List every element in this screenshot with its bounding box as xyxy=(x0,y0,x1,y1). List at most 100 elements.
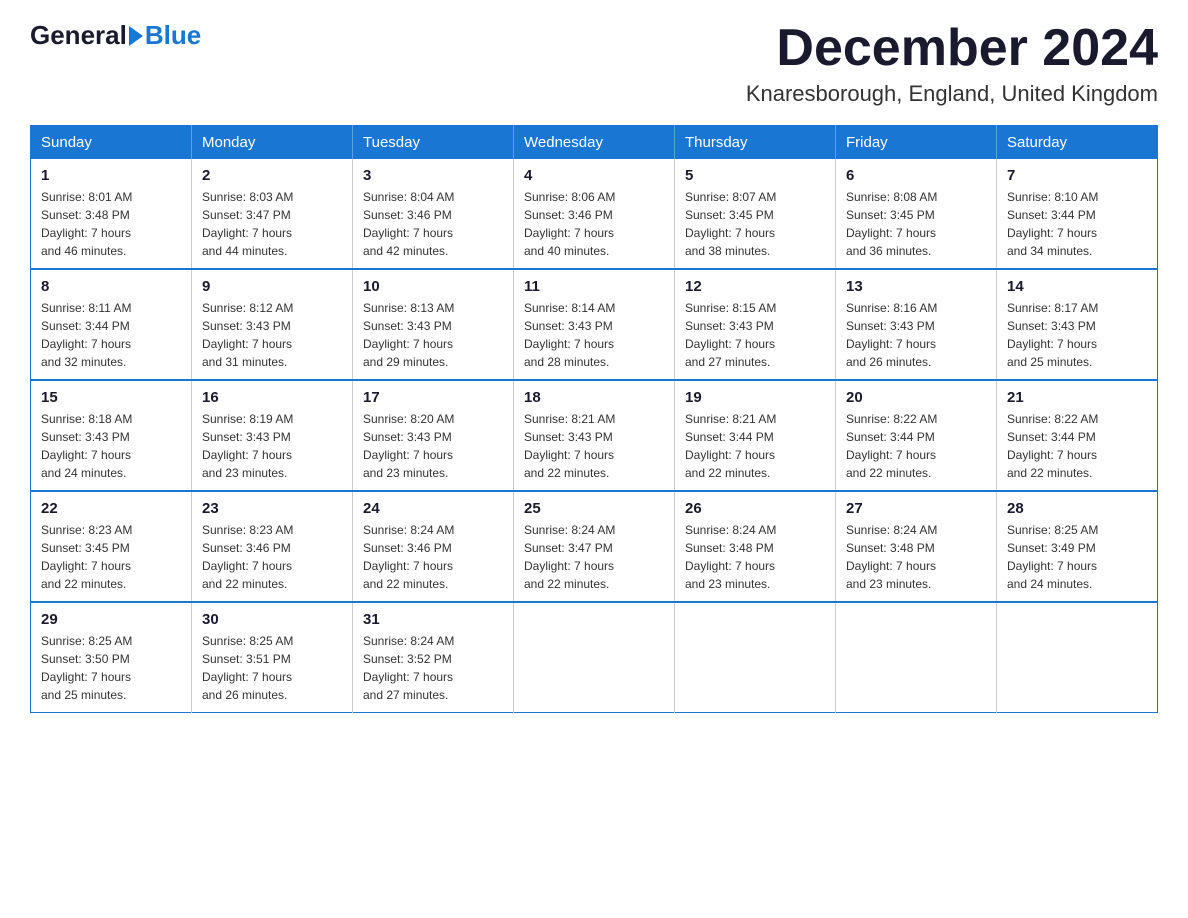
calendar-cell: 5 Sunrise: 8:07 AM Sunset: 3:45 PM Dayli… xyxy=(675,159,836,269)
day-number: 30 xyxy=(202,611,342,628)
day-info: Sunrise: 8:24 AM Sunset: 3:48 PM Dayligh… xyxy=(846,521,986,593)
weekday-header-row: Sunday Monday Tuesday Wednesday Thursday… xyxy=(31,126,1158,160)
calendar-cell: 2 Sunrise: 8:03 AM Sunset: 3:47 PM Dayli… xyxy=(192,159,353,269)
calendar-cell: 4 Sunrise: 8:06 AM Sunset: 3:46 PM Dayli… xyxy=(514,159,675,269)
title-area: December 2024 Knaresborough, England, Un… xyxy=(746,20,1158,107)
calendar-cell: 17 Sunrise: 8:20 AM Sunset: 3:43 PM Dayl… xyxy=(353,380,514,491)
calendar-week-row: 22 Sunrise: 8:23 AM Sunset: 3:45 PM Dayl… xyxy=(31,491,1158,602)
day-number: 8 xyxy=(41,278,181,295)
day-number: 5 xyxy=(685,167,825,184)
day-number: 27 xyxy=(846,500,986,517)
calendar-cell xyxy=(836,602,997,713)
header-friday: Friday xyxy=(836,126,997,160)
day-info: Sunrise: 8:14 AM Sunset: 3:43 PM Dayligh… xyxy=(524,299,664,371)
header-saturday: Saturday xyxy=(997,126,1158,160)
logo-area: General Blue xyxy=(30,20,201,51)
header-thursday: Thursday xyxy=(675,126,836,160)
calendar-cell: 31 Sunrise: 8:24 AM Sunset: 3:52 PM Dayl… xyxy=(353,602,514,713)
day-info: Sunrise: 8:22 AM Sunset: 3:44 PM Dayligh… xyxy=(846,410,986,482)
day-info: Sunrise: 8:25 AM Sunset: 3:49 PM Dayligh… xyxy=(1007,521,1147,593)
calendar-week-row: 1 Sunrise: 8:01 AM Sunset: 3:48 PM Dayli… xyxy=(31,159,1158,269)
day-info: Sunrise: 8:16 AM Sunset: 3:43 PM Dayligh… xyxy=(846,299,986,371)
header-sunday: Sunday xyxy=(31,126,192,160)
logo: General Blue xyxy=(30,20,201,51)
day-number: 12 xyxy=(685,278,825,295)
day-number: 18 xyxy=(524,389,664,406)
header: General Blue December 2024 Knaresborough… xyxy=(30,20,1158,107)
day-number: 16 xyxy=(202,389,342,406)
calendar-cell: 29 Sunrise: 8:25 AM Sunset: 3:50 PM Dayl… xyxy=(31,602,192,713)
day-info: Sunrise: 8:23 AM Sunset: 3:45 PM Dayligh… xyxy=(41,521,181,593)
day-info: Sunrise: 8:01 AM Sunset: 3:48 PM Dayligh… xyxy=(41,188,181,260)
calendar-cell: 25 Sunrise: 8:24 AM Sunset: 3:47 PM Dayl… xyxy=(514,491,675,602)
day-info: Sunrise: 8:10 AM Sunset: 3:44 PM Dayligh… xyxy=(1007,188,1147,260)
day-info: Sunrise: 8:07 AM Sunset: 3:45 PM Dayligh… xyxy=(685,188,825,260)
calendar-cell: 18 Sunrise: 8:21 AM Sunset: 3:43 PM Dayl… xyxy=(514,380,675,491)
calendar-cell: 26 Sunrise: 8:24 AM Sunset: 3:48 PM Dayl… xyxy=(675,491,836,602)
day-info: Sunrise: 8:25 AM Sunset: 3:50 PM Dayligh… xyxy=(41,632,181,704)
day-info: Sunrise: 8:24 AM Sunset: 3:48 PM Dayligh… xyxy=(685,521,825,593)
day-info: Sunrise: 8:19 AM Sunset: 3:43 PM Dayligh… xyxy=(202,410,342,482)
calendar-cell: 12 Sunrise: 8:15 AM Sunset: 3:43 PM Dayl… xyxy=(675,269,836,380)
calendar-cell: 15 Sunrise: 8:18 AM Sunset: 3:43 PM Dayl… xyxy=(31,380,192,491)
calendar-cell xyxy=(997,602,1158,713)
day-info: Sunrise: 8:13 AM Sunset: 3:43 PM Dayligh… xyxy=(363,299,503,371)
calendar-cell: 20 Sunrise: 8:22 AM Sunset: 3:44 PM Dayl… xyxy=(836,380,997,491)
day-info: Sunrise: 8:17 AM Sunset: 3:43 PM Dayligh… xyxy=(1007,299,1147,371)
logo-arrow-icon xyxy=(129,26,143,46)
calendar-cell: 16 Sunrise: 8:19 AM Sunset: 3:43 PM Dayl… xyxy=(192,380,353,491)
calendar-cell: 21 Sunrise: 8:22 AM Sunset: 3:44 PM Dayl… xyxy=(997,380,1158,491)
calendar-cell: 23 Sunrise: 8:23 AM Sunset: 3:46 PM Dayl… xyxy=(192,491,353,602)
day-number: 17 xyxy=(363,389,503,406)
header-wednesday: Wednesday xyxy=(514,126,675,160)
day-number: 26 xyxy=(685,500,825,517)
day-number: 4 xyxy=(524,167,664,184)
day-info: Sunrise: 8:22 AM Sunset: 3:44 PM Dayligh… xyxy=(1007,410,1147,482)
calendar-cell: 7 Sunrise: 8:10 AM Sunset: 3:44 PM Dayli… xyxy=(997,159,1158,269)
calendar-cell: 10 Sunrise: 8:13 AM Sunset: 3:43 PM Dayl… xyxy=(353,269,514,380)
day-info: Sunrise: 8:21 AM Sunset: 3:44 PM Dayligh… xyxy=(685,410,825,482)
day-number: 24 xyxy=(363,500,503,517)
calendar-cell xyxy=(675,602,836,713)
calendar-cell: 27 Sunrise: 8:24 AM Sunset: 3:48 PM Dayl… xyxy=(836,491,997,602)
calendar-cell: 22 Sunrise: 8:23 AM Sunset: 3:45 PM Dayl… xyxy=(31,491,192,602)
day-info: Sunrise: 8:24 AM Sunset: 3:52 PM Dayligh… xyxy=(363,632,503,704)
calendar-table: Sunday Monday Tuesday Wednesday Thursday… xyxy=(30,125,1158,713)
logo-blue-text: Blue xyxy=(145,20,201,51)
day-info: Sunrise: 8:20 AM Sunset: 3:43 PM Dayligh… xyxy=(363,410,503,482)
logo-general-text: General xyxy=(30,20,127,51)
day-info: Sunrise: 8:24 AM Sunset: 3:47 PM Dayligh… xyxy=(524,521,664,593)
day-number: 19 xyxy=(685,389,825,406)
calendar-week-row: 8 Sunrise: 8:11 AM Sunset: 3:44 PM Dayli… xyxy=(31,269,1158,380)
calendar-week-row: 15 Sunrise: 8:18 AM Sunset: 3:43 PM Dayl… xyxy=(31,380,1158,491)
calendar-cell: 8 Sunrise: 8:11 AM Sunset: 3:44 PM Dayli… xyxy=(31,269,192,380)
calendar-week-row: 29 Sunrise: 8:25 AM Sunset: 3:50 PM Dayl… xyxy=(31,602,1158,713)
day-number: 25 xyxy=(524,500,664,517)
calendar-cell: 14 Sunrise: 8:17 AM Sunset: 3:43 PM Dayl… xyxy=(997,269,1158,380)
calendar-cell: 1 Sunrise: 8:01 AM Sunset: 3:48 PM Dayli… xyxy=(31,159,192,269)
day-number: 11 xyxy=(524,278,664,295)
day-info: Sunrise: 8:23 AM Sunset: 3:46 PM Dayligh… xyxy=(202,521,342,593)
day-number: 22 xyxy=(41,500,181,517)
day-info: Sunrise: 8:18 AM Sunset: 3:43 PM Dayligh… xyxy=(41,410,181,482)
header-tuesday: Tuesday xyxy=(353,126,514,160)
day-number: 14 xyxy=(1007,278,1147,295)
calendar-cell xyxy=(514,602,675,713)
day-number: 10 xyxy=(363,278,503,295)
day-number: 2 xyxy=(202,167,342,184)
day-info: Sunrise: 8:12 AM Sunset: 3:43 PM Dayligh… xyxy=(202,299,342,371)
calendar-cell: 13 Sunrise: 8:16 AM Sunset: 3:43 PM Dayl… xyxy=(836,269,997,380)
location-title: Knaresborough, England, United Kingdom xyxy=(746,81,1158,107)
day-number: 9 xyxy=(202,278,342,295)
calendar-cell: 28 Sunrise: 8:25 AM Sunset: 3:49 PM Dayl… xyxy=(997,491,1158,602)
day-number: 3 xyxy=(363,167,503,184)
calendar-cell: 30 Sunrise: 8:25 AM Sunset: 3:51 PM Dayl… xyxy=(192,602,353,713)
day-number: 15 xyxy=(41,389,181,406)
calendar-cell: 6 Sunrise: 8:08 AM Sunset: 3:45 PM Dayli… xyxy=(836,159,997,269)
day-number: 23 xyxy=(202,500,342,517)
calendar-cell: 3 Sunrise: 8:04 AM Sunset: 3:46 PM Dayli… xyxy=(353,159,514,269)
calendar-cell: 19 Sunrise: 8:21 AM Sunset: 3:44 PM Dayl… xyxy=(675,380,836,491)
day-info: Sunrise: 8:06 AM Sunset: 3:46 PM Dayligh… xyxy=(524,188,664,260)
day-number: 13 xyxy=(846,278,986,295)
day-number: 6 xyxy=(846,167,986,184)
